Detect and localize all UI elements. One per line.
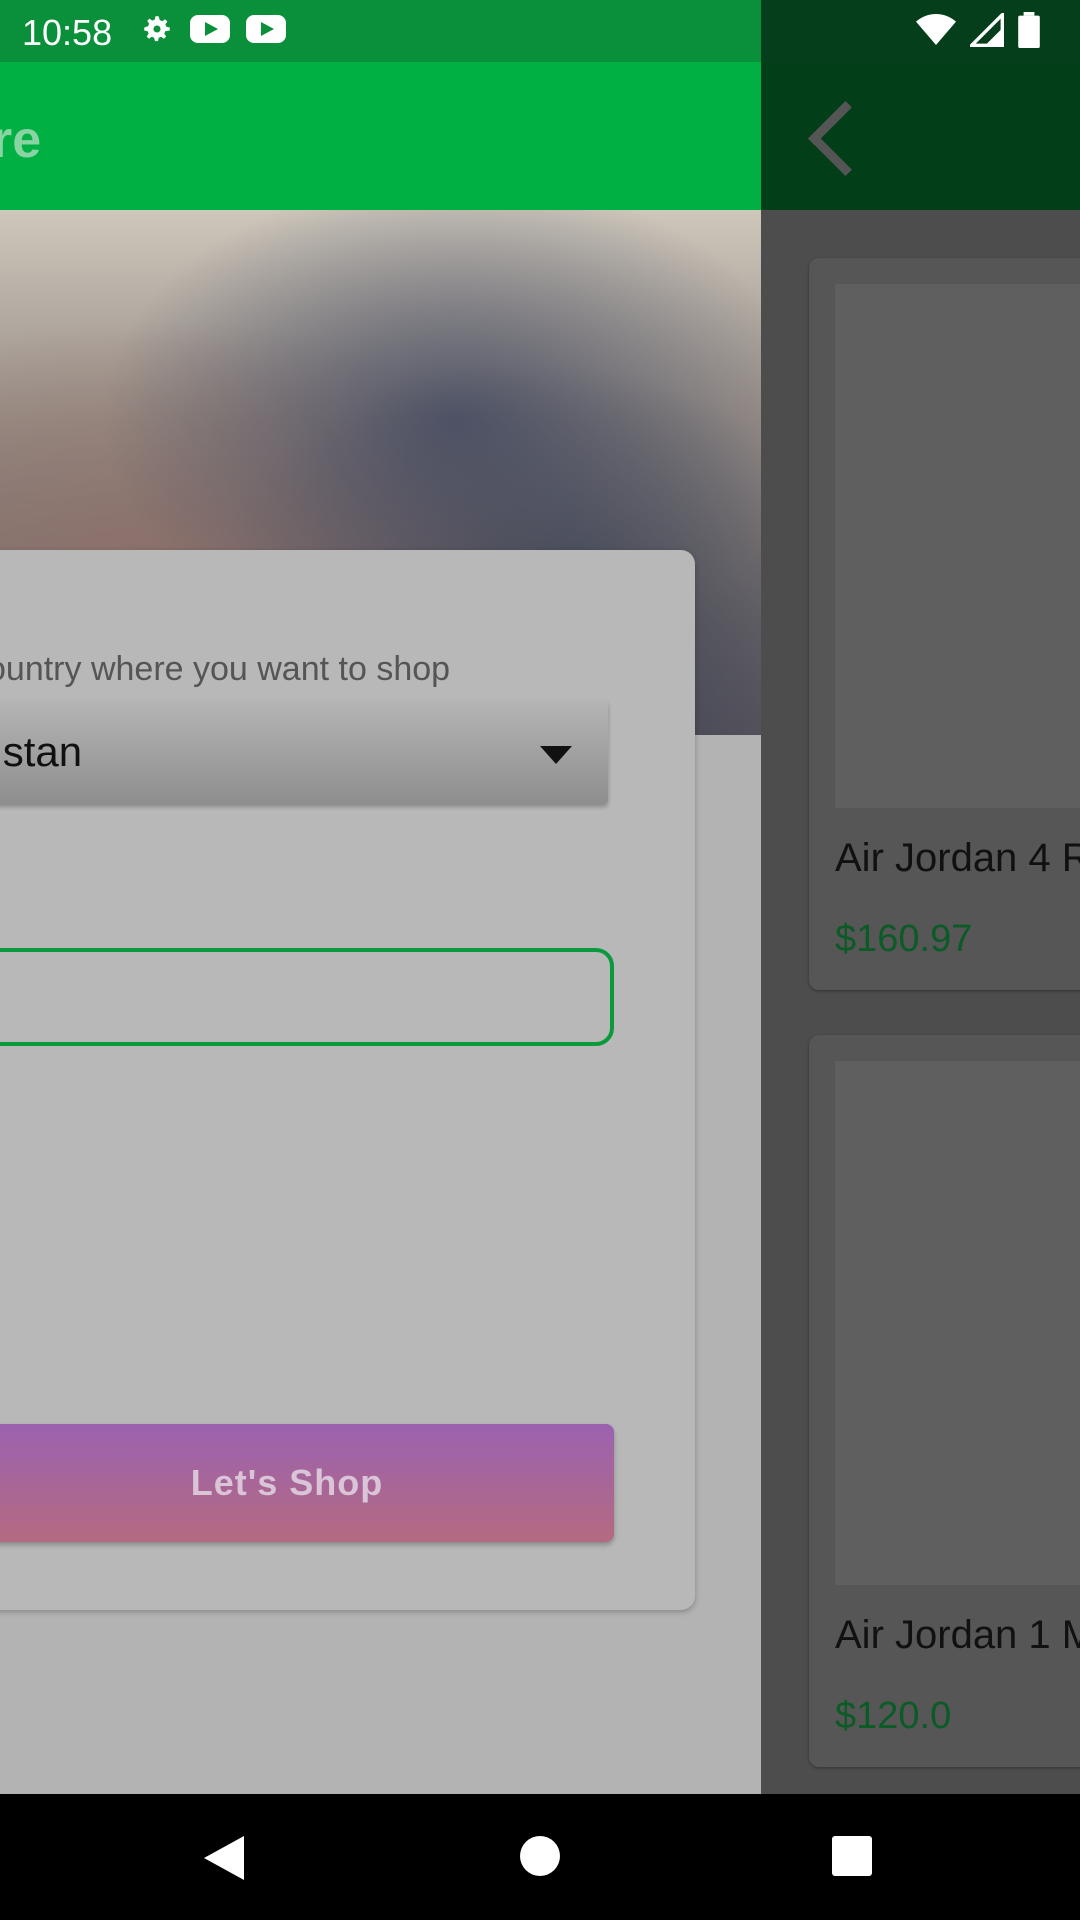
wifi-icon bbox=[916, 14, 956, 45]
back-icon[interactable] bbox=[204, 1836, 244, 1880]
status-icons-left bbox=[140, 12, 286, 46]
product-price: $160.97 bbox=[835, 918, 973, 960]
right-app-bar bbox=[761, 62, 1080, 210]
youtube-icon bbox=[246, 15, 286, 43]
product-card[interactable]: Air Jordan 4 R $160.97 bbox=[809, 258, 1080, 990]
background-screen-left: re country where you want to shop nistan… bbox=[0, 62, 761, 1794]
product-name: Air Jordan 1 M bbox=[835, 1613, 1080, 1657]
signal-icon bbox=[970, 13, 1004, 47]
country-label: country where you want to shop bbox=[0, 650, 451, 688]
navigation-bar bbox=[0, 1794, 1080, 1920]
product-card[interactable]: Air Jordan 1 M $120.0 bbox=[809, 1035, 1080, 1767]
battery-icon bbox=[1018, 12, 1040, 48]
product-image bbox=[835, 284, 1080, 808]
lets-shop-button[interactable]: Let's Shop bbox=[0, 1424, 614, 1542]
app-bar: re bbox=[0, 62, 761, 210]
status-bar: 10:58 bbox=[0, 0, 1080, 62]
youtube-icon bbox=[190, 15, 230, 43]
product-name: Air Jordan 4 R bbox=[835, 836, 1080, 880]
recents-icon[interactable] bbox=[832, 1836, 872, 1876]
status-time: 10:58 bbox=[22, 12, 113, 53]
country-selection-card: country where you want to shop nistan e … bbox=[0, 550, 695, 1610]
product-image bbox=[835, 1061, 1080, 1585]
country-dropdown-value: nistan bbox=[0, 728, 83, 775]
country-dropdown[interactable]: nistan bbox=[0, 700, 608, 804]
dropdown-arrow-icon bbox=[540, 746, 572, 764]
home-icon[interactable] bbox=[520, 1836, 560, 1876]
product-price: $120.0 bbox=[835, 1695, 952, 1737]
back-chevron-icon[interactable] bbox=[808, 101, 883, 176]
app-title: re bbox=[0, 111, 42, 169]
status-icons-right bbox=[916, 12, 1040, 48]
background-screen-right: Air Jordan 4 R $160.97 Air Jordan 1 M $1… bbox=[761, 62, 1080, 1794]
gear-icon bbox=[144, 16, 170, 42]
text-input-field[interactable] bbox=[0, 948, 614, 1046]
